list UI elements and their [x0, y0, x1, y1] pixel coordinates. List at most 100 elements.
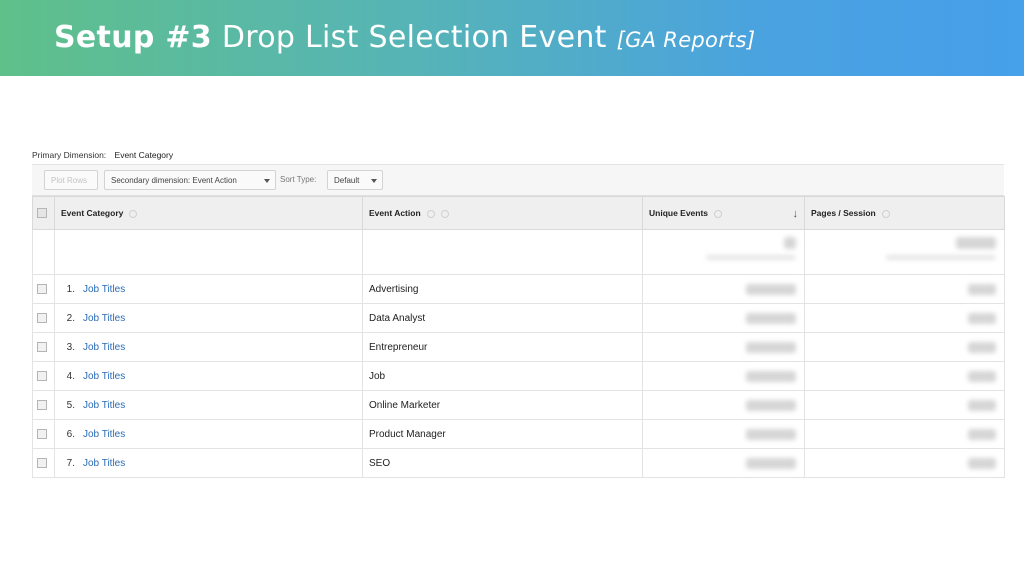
- row-index: 1.: [66, 283, 75, 295]
- table-row: 7. Job Titles SEO: [32, 448, 1005, 478]
- event-action-value: Product Manager: [369, 428, 446, 440]
- row-checkbox[interactable]: [37, 341, 47, 352]
- event-category-cell: 7. Job Titles: [54, 448, 363, 478]
- sort-descending-icon: ↓: [792, 208, 799, 220]
- plot-rows-button[interactable]: Plot Rows: [44, 170, 98, 190]
- column-header-pages-session[interactable]: Pages / Session: [804, 196, 1005, 230]
- event-category-link[interactable]: Job Titles: [83, 400, 125, 411]
- pages-session-cell: [804, 303, 1005, 333]
- row-select-cell: [32, 419, 55, 449]
- remove-dimension-icon[interactable]: [440, 209, 449, 218]
- sort-type-label: Sort Type:: [280, 175, 317, 184]
- totals-cell: [362, 229, 643, 275]
- row-index: 7.: [66, 457, 75, 469]
- row-checkbox[interactable]: [37, 428, 47, 439]
- event-action-cell: Product Manager: [362, 419, 643, 449]
- sort-type-value: Default: [334, 176, 360, 185]
- event-action-cell: SEO: [362, 448, 643, 478]
- blurred-value: [968, 400, 996, 411]
- unique-events-cell: [642, 303, 805, 333]
- slide-title: Setup #3 Drop List Selection Event [GA R…: [54, 20, 755, 55]
- event-category-link[interactable]: Job Titles: [83, 342, 125, 353]
- event-category-cell: 6. Job Titles: [54, 419, 363, 449]
- totals-unique-events: [642, 229, 805, 275]
- event-action-value: Job: [369, 370, 386, 382]
- row-index: 2.: [66, 312, 75, 324]
- help-icon: [881, 209, 890, 218]
- primary-dimension-value[interactable]: Event Category: [115, 150, 174, 160]
- event-category-cell: 1. Job Titles: [54, 274, 363, 304]
- sort-type-dropdown[interactable]: Default: [327, 170, 383, 190]
- title-setup-number: Setup #3: [54, 20, 212, 55]
- row-index: 4.: [66, 370, 75, 382]
- table-row: 1. Job Titles Advertising: [32, 274, 1005, 304]
- totals-cell: [54, 229, 363, 275]
- blurred-value: [746, 400, 796, 411]
- chevron-down-icon: [371, 179, 377, 183]
- blurred-value: [886, 255, 996, 260]
- help-icon: [129, 209, 138, 218]
- event-action-value: Advertising: [369, 283, 419, 295]
- event-action-value: Data Analyst: [369, 312, 426, 324]
- row-checkbox[interactable]: [37, 370, 47, 381]
- event-action-value: Entrepreneur: [369, 341, 428, 353]
- blurred-value: [784, 237, 796, 249]
- column-header-event-category[interactable]: Event Category: [54, 196, 363, 230]
- blurred-value: [746, 284, 796, 295]
- table-row: 2. Job Titles Data Analyst: [32, 303, 1005, 333]
- secondary-dimension-label: Secondary dimension: Event Action: [111, 176, 237, 185]
- row-select-cell: [32, 303, 55, 333]
- row-checkbox[interactable]: [37, 283, 47, 294]
- table-row: 6. Job Titles Product Manager: [32, 419, 1005, 449]
- blurred-value: [968, 342, 996, 353]
- row-select-cell: [32, 332, 55, 362]
- select-all-checkbox[interactable]: [37, 208, 47, 219]
- ga-report-panel: Primary Dimension: Event Category Plot R…: [32, 146, 1005, 478]
- totals-pages-session: [804, 229, 1005, 275]
- column-header-unique-events[interactable]: Unique Events ↓: [642, 196, 805, 230]
- column-label: Event Category: [61, 208, 124, 218]
- pages-session-cell: [804, 419, 1005, 449]
- unique-events-cell: [642, 448, 805, 478]
- select-all-cell: [32, 196, 55, 230]
- pages-session-cell: [804, 361, 1005, 391]
- row-index: 6.: [66, 428, 75, 440]
- pages-session-cell: [804, 390, 1005, 420]
- event-action-cell: Advertising: [362, 274, 643, 304]
- unique-events-cell: [642, 361, 805, 391]
- table-row: 3. Job Titles Entrepreneur: [32, 332, 1005, 362]
- row-checkbox[interactable]: [37, 399, 47, 410]
- pages-session-cell: [804, 332, 1005, 362]
- report-table: Event Category Event Action Unique Event…: [32, 196, 1005, 478]
- event-category-cell: 2. Job Titles: [54, 303, 363, 333]
- secondary-dimension-dropdown[interactable]: Secondary dimension: Event Action: [104, 170, 276, 190]
- blurred-value: [968, 429, 996, 440]
- pages-session-cell: [804, 274, 1005, 304]
- row-select-cell: [32, 448, 55, 478]
- blurred-value: [968, 371, 996, 382]
- report-toolbar: Plot Rows Secondary dimension: Event Act…: [32, 164, 1004, 196]
- unique-events-cell: [642, 332, 805, 362]
- column-header-event-action[interactable]: Event Action: [362, 196, 643, 230]
- blurred-value: [746, 313, 796, 324]
- event-category-cell: 4. Job Titles: [54, 361, 363, 391]
- event-category-link[interactable]: Job Titles: [83, 313, 125, 324]
- event-category-link[interactable]: Job Titles: [83, 429, 125, 440]
- event-action-cell: Online Marketer: [362, 390, 643, 420]
- event-category-cell: 5. Job Titles: [54, 390, 363, 420]
- row-checkbox[interactable]: [37, 312, 47, 323]
- event-category-link[interactable]: Job Titles: [83, 371, 125, 382]
- event-action-cell: Data Analyst: [362, 303, 643, 333]
- event-category-link[interactable]: Job Titles: [83, 458, 125, 469]
- unique-events-cell: [642, 390, 805, 420]
- title-tag: [GA Reports]: [616, 28, 756, 52]
- title-banner: Setup #3 Drop List Selection Event [GA R…: [0, 0, 1024, 76]
- help-icon: [426, 209, 435, 218]
- event-action-cell: Job: [362, 361, 643, 391]
- event-category-link[interactable]: Job Titles: [83, 284, 125, 295]
- help-icon: [714, 209, 723, 218]
- unique-events-cell: [642, 419, 805, 449]
- row-checkbox[interactable]: [37, 457, 47, 468]
- chevron-down-icon: [264, 179, 270, 183]
- table-row: 4. Job Titles Job: [32, 361, 1005, 391]
